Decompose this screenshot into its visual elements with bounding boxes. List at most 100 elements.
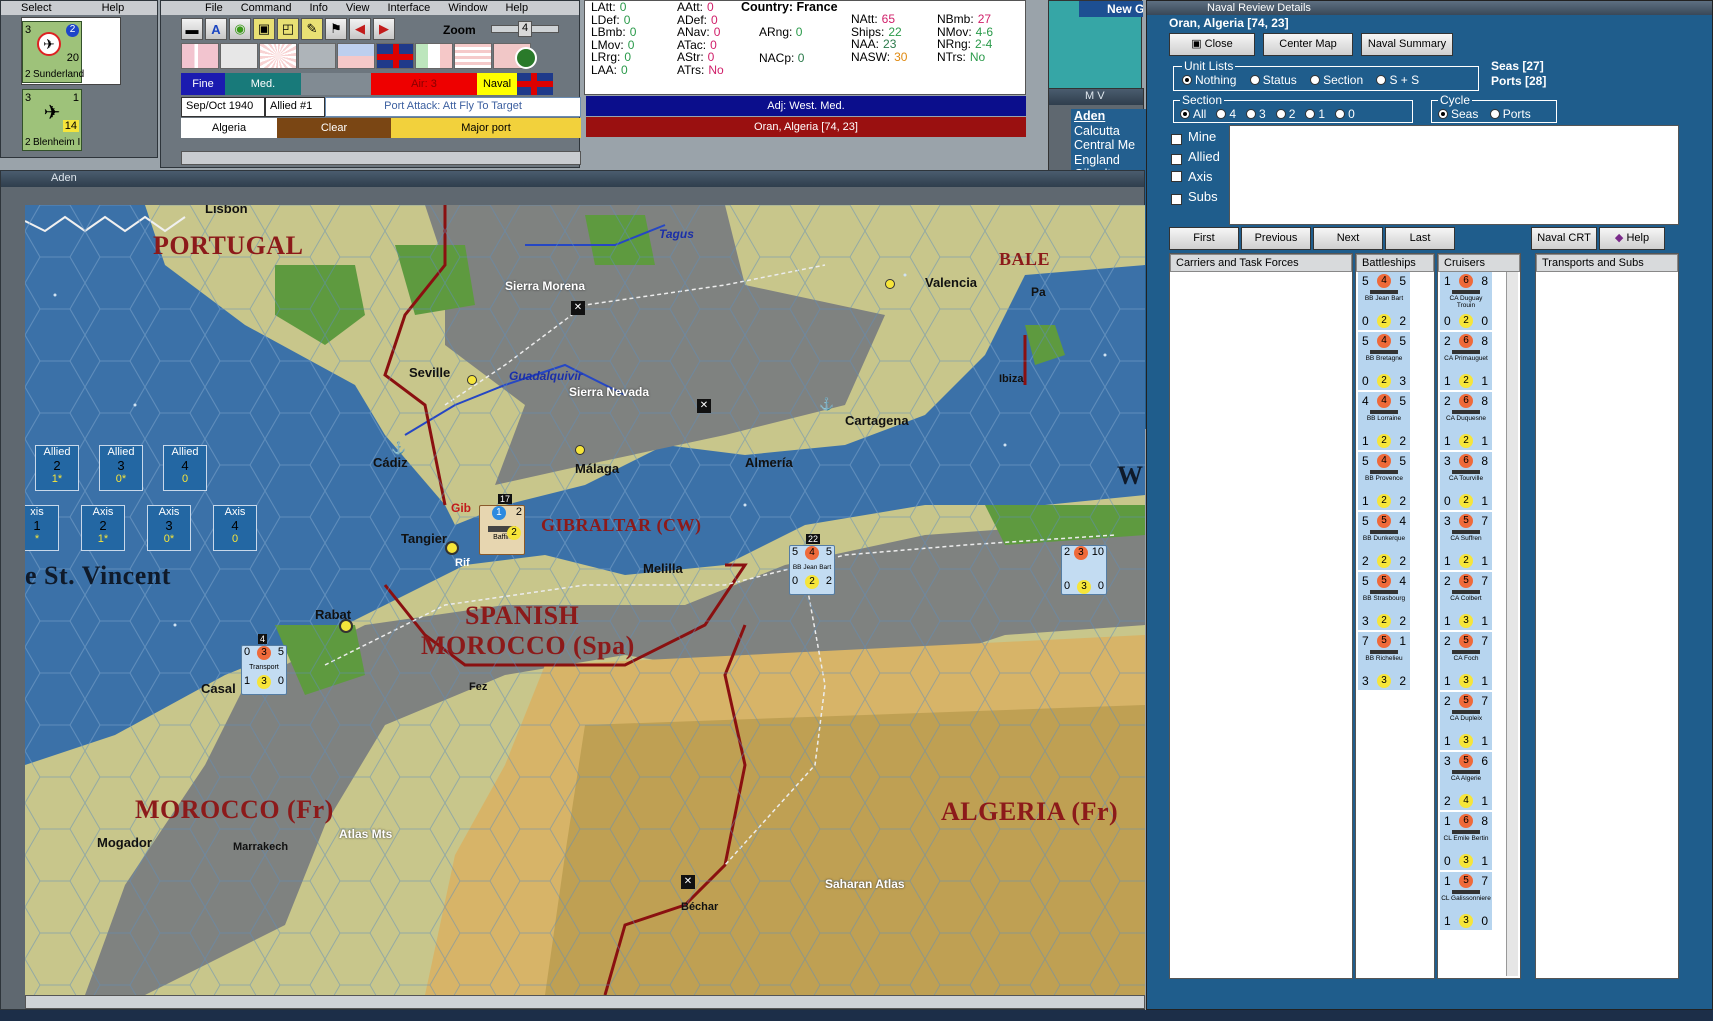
ship-counter[interactable]: 1 6 8 CL Emile Bertin 0 3 1 bbox=[1440, 812, 1492, 872]
ship-counter[interactable]: 2 5 7 CA Dupleix 1 3 1 bbox=[1440, 692, 1492, 752]
help-button[interactable]: ◆ Help bbox=[1599, 227, 1665, 250]
mv-item[interactable]: England bbox=[1071, 153, 1147, 168]
allied-counter[interactable]: Allied 3 0* bbox=[99, 445, 143, 491]
target-icon[interactable]: ◉ bbox=[229, 18, 251, 40]
ship-counter[interactable]: 3 6 8 CA Tourville 0 2 1 bbox=[1440, 452, 1492, 512]
city-fez[interactable]: Fez bbox=[469, 681, 487, 693]
cruisers-scrollbar[interactable] bbox=[1506, 272, 1518, 976]
mv-item[interactable]: Central Me bbox=[1071, 138, 1147, 153]
mv-item[interactable]: Calcutta bbox=[1071, 124, 1147, 139]
flag-uk-icon[interactable] bbox=[376, 43, 414, 69]
axis-counter[interactable]: Axis 4 0 bbox=[213, 505, 257, 551]
city-ibiza[interactable]: Ibiza bbox=[999, 373, 1023, 385]
ship-counter[interactable]: 5 4 5 BB Jean Bart 0 2 2 bbox=[1358, 272, 1410, 332]
grid-icon[interactable]: ◰ bbox=[277, 18, 299, 40]
city-bechar[interactable]: Béchar bbox=[681, 901, 718, 913]
ship-counter[interactable]: 5 4 5 BB Provence 1 2 2 bbox=[1358, 452, 1410, 512]
ship-counter[interactable]: 5 5 4 BB Dunkerque 2 2 2 bbox=[1358, 512, 1410, 572]
radio-section-0[interactable]: All bbox=[1180, 107, 1206, 121]
menu-info[interactable]: Info bbox=[309, 1, 327, 15]
menu-select[interactable]: Select bbox=[21, 1, 52, 15]
arrow-left-icon[interactable]: ◀ bbox=[349, 18, 371, 40]
flag-sweden-icon[interactable] bbox=[181, 43, 219, 69]
city-valencia[interactable]: Valencia bbox=[925, 275, 977, 290]
menu-command[interactable]: Command bbox=[241, 1, 292, 15]
city-melilla[interactable]: Melilla bbox=[643, 561, 683, 576]
flag-blank-icon[interactable] bbox=[298, 43, 336, 69]
city-casablanca[interactable]: Casal bbox=[201, 681, 236, 696]
map-unit-baffin[interactable]: 17 12 Baffin 2 bbox=[479, 494, 525, 555]
medium-button[interactable]: Med. bbox=[225, 73, 301, 95]
ship-counter[interactable]: 5 4 5 BB Bretagne 0 2 3 bbox=[1358, 332, 1410, 392]
ship-counter[interactable]: 1 6 8 CA Duguay Trouin 0 2 0 bbox=[1440, 272, 1492, 332]
allied-counter[interactable]: Allied 4 0 bbox=[163, 445, 207, 491]
city-mogador[interactable]: Mogador bbox=[97, 835, 152, 850]
city-palma[interactable]: Pa bbox=[1031, 285, 1046, 299]
menu-file[interactable]: File bbox=[205, 1, 223, 15]
city-rif[interactable]: Rif bbox=[455, 557, 470, 569]
mv-item[interactable]: Aden bbox=[1071, 109, 1147, 124]
city-lisbon[interactable]: Lisbon bbox=[205, 205, 248, 216]
city-cartagena[interactable]: Cartagena bbox=[845, 413, 909, 428]
map-icon[interactable]: ▣ bbox=[253, 18, 275, 40]
arrow-right-icon[interactable]: ▶ bbox=[373, 18, 395, 40]
ship-counter[interactable]: 4 4 5 BB Lorraine 1 2 2 bbox=[1358, 392, 1410, 452]
map-unit-algiers[interactable]: 2 3 10 030 bbox=[1061, 545, 1107, 595]
close-button[interactable]: ▣ Close bbox=[1169, 33, 1255, 56]
naval-summary-button[interactable]: Naval Summary bbox=[1361, 33, 1453, 56]
radio-seas[interactable]: Seas bbox=[1438, 107, 1478, 121]
ship-counter[interactable]: 3 5 7 CA Suffren 1 2 1 bbox=[1440, 512, 1492, 572]
check-allied[interactable]: ✓ Allied bbox=[1171, 147, 1220, 167]
city-malaga[interactable]: Málaga bbox=[575, 461, 619, 476]
map-unit-jean-bart[interactable]: 22 545 BB Jean Bart 022 bbox=[789, 534, 835, 595]
previous-button[interactable]: Previous bbox=[1241, 227, 1311, 250]
radio-status[interactable]: Status bbox=[1249, 73, 1297, 87]
radio-section-4[interactable]: 1 bbox=[1305, 107, 1325, 121]
flag-italy-icon[interactable] bbox=[415, 43, 453, 69]
tank-icon[interactable]: ▬ bbox=[181, 18, 203, 40]
radio-section-1[interactable]: 4 bbox=[1216, 107, 1236, 121]
grey-button[interactable] bbox=[301, 73, 371, 95]
radio-section[interactable]: Section bbox=[1310, 73, 1363, 87]
check-axis[interactable]: Axis bbox=[1171, 167, 1220, 187]
ship-counter[interactable]: 2 6 8 CA Duquesne 1 2 1 bbox=[1440, 392, 1492, 452]
city-seville[interactable]: Seville bbox=[409, 365, 450, 380]
first-button[interactable]: First bbox=[1169, 227, 1239, 250]
city-cadiz[interactable]: Cádiz bbox=[373, 455, 408, 470]
check-mine[interactable]: ✓ Mine bbox=[1171, 127, 1220, 147]
air-unit-blenheim[interactable]: 3 1 ✈ 14 2 Blenheim I bbox=[22, 89, 82, 151]
menu-help[interactable]: Help bbox=[102, 1, 125, 15]
check-subs[interactable]: ✓ Subs bbox=[1171, 187, 1220, 207]
ship-counter[interactable]: 2 6 8 CA Primauguet 1 2 1 bbox=[1440, 332, 1492, 392]
fine-button[interactable]: Fine bbox=[181, 73, 225, 95]
city-almeria[interactable]: Almería bbox=[745, 455, 793, 470]
hscrollbar[interactable] bbox=[181, 151, 581, 165]
toggle-icon[interactable] bbox=[515, 47, 537, 69]
radio-ports[interactable]: Ports bbox=[1489, 107, 1531, 121]
menu-help[interactable]: Help bbox=[505, 1, 528, 15]
flag-switzerland-icon[interactable] bbox=[220, 43, 258, 69]
axis-counter[interactable]: Axis 2 1* bbox=[81, 505, 125, 551]
city-marrakech[interactable]: Marrakech bbox=[233, 841, 288, 853]
naval-button[interactable]: Naval bbox=[477, 73, 517, 95]
air-unit-sunderland[interactable]: 3 2 ✈ 20 2 Sunderland bbox=[22, 21, 84, 83]
ship-counter[interactable]: 2 5 7 CA Colbert 1 3 1 bbox=[1440, 572, 1492, 632]
ship-counter[interactable]: 3 5 6 CA Algerie 2 4 1 bbox=[1440, 752, 1492, 812]
ship-counter[interactable]: 5 5 4 BB Strasbourg 3 2 2 bbox=[1358, 572, 1410, 632]
allied-counter[interactable]: Allied 2 1* bbox=[35, 445, 79, 491]
ship-counter[interactable]: 7 5 1 BB Richelieu 3 3 2 bbox=[1358, 632, 1410, 692]
font-icon[interactable]: A bbox=[205, 18, 227, 40]
flag-japan-icon[interactable] bbox=[259, 43, 297, 69]
map-unit-transport[interactable]: 4 035 Transport 130 bbox=[241, 634, 287, 695]
naval-crt-button[interactable]: Naval CRT bbox=[1531, 227, 1597, 250]
city-gib[interactable]: Gib bbox=[451, 501, 471, 515]
radio-section-3[interactable]: 2 bbox=[1275, 107, 1295, 121]
flag-usa-icon[interactable] bbox=[454, 43, 492, 69]
menu-interface[interactable]: Interface bbox=[388, 1, 431, 15]
menu-window[interactable]: Window bbox=[448, 1, 487, 15]
radio-s-plus-s[interactable]: S + S bbox=[1376, 73, 1419, 87]
ship-counter[interactable]: 2 5 7 CA Foch 1 3 1 bbox=[1440, 632, 1492, 692]
radio-nothing[interactable]: Nothing bbox=[1182, 73, 1236, 87]
last-button[interactable]: Last bbox=[1385, 227, 1455, 250]
radio-section-5[interactable]: 0 bbox=[1335, 107, 1355, 121]
